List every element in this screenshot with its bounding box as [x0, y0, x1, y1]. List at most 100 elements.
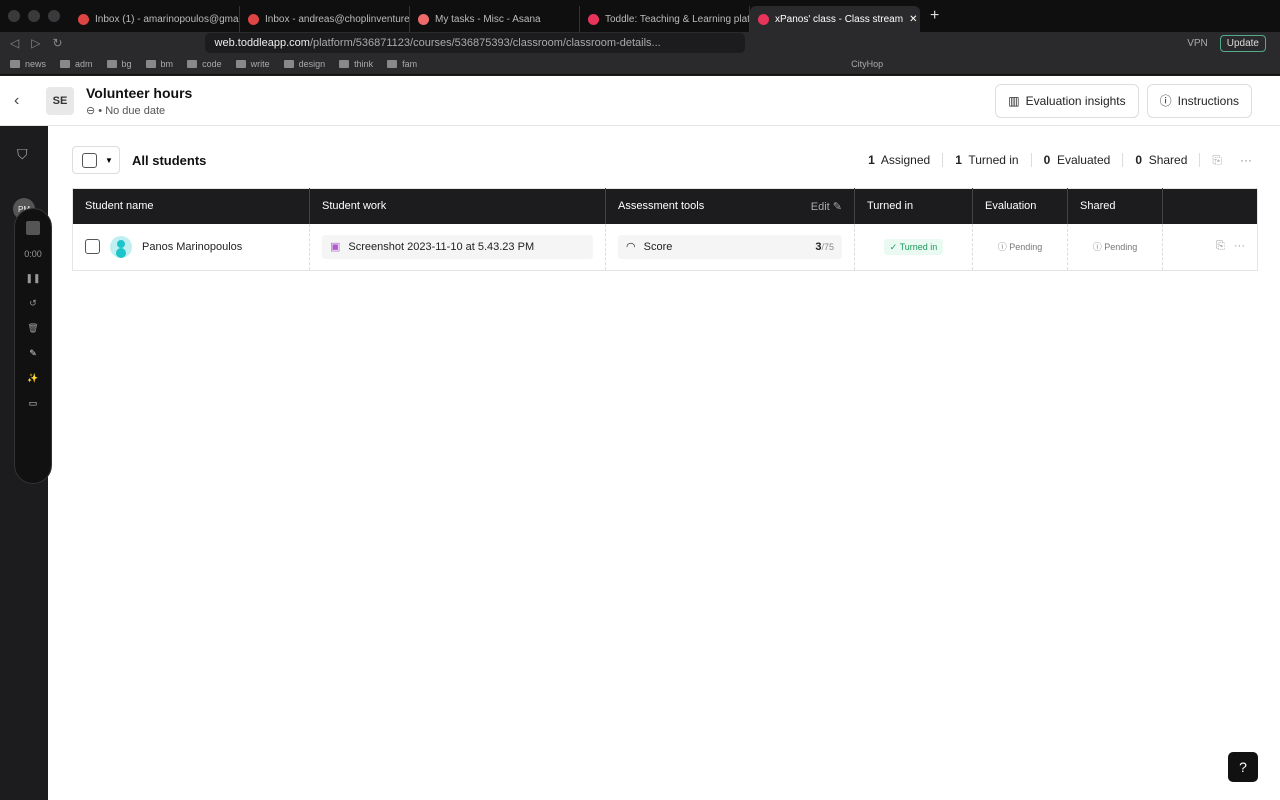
stats: 1 Assigned 1 Turned in 0 Evaluated 0 Sha… [856, 153, 1258, 168]
help-button[interactable]: ? [1228, 752, 1258, 782]
forward-icon[interactable]: ▷ [31, 36, 40, 50]
chart-icon: ▥ [1008, 93, 1020, 108]
main-content: ▼ All students 1 Assigned 1 Turned in 0 … [72, 146, 1258, 271]
recorder-toolbar: 0:00 ❚❚ ↺ 🗑 ✎ ✨ ▭ [14, 208, 52, 484]
col-student-work: Student work [309, 188, 606, 224]
list-title: All students [132, 152, 207, 168]
stat-label: Shared [1148, 153, 1188, 167]
row-checkbox[interactable] [85, 239, 100, 255]
students-table: Student name Student work Assessment too… [72, 188, 1258, 271]
bookmark-folder[interactable]: adm [60, 59, 93, 69]
stat-count: 1 [955, 153, 962, 167]
tab-label: Inbox - andreas@choplinventures.c [265, 13, 410, 25]
col-actions [1162, 188, 1258, 224]
evaluation-status: ⓘ Pending [997, 242, 1043, 253]
reload-icon[interactable]: ↻ [52, 36, 62, 50]
vpn-button[interactable]: VPN [1187, 38, 1208, 49]
info-icon: ⓘ [1159, 94, 1172, 108]
gmail-icon [248, 13, 259, 25]
new-tab-icon[interactable]: + [930, 7, 939, 25]
bookmark-folder[interactable]: write [236, 59, 270, 69]
share-icon[interactable]: ⎘ [1216, 240, 1225, 252]
bookmark-cityhop[interactable]: CityHop [851, 59, 883, 69]
student-name[interactable]: Panos Marinopoulos [142, 241, 242, 253]
table-row[interactable]: Panos Marinopoulos ▣ Screenshot 2023-11-1… [72, 223, 1258, 271]
stat-assigned[interactable]: 1 Assigned [856, 153, 944, 167]
more-icon[interactable]: ··· [1234, 153, 1258, 167]
timer: 0:00 [24, 249, 42, 259]
browser-tabbar: Inbox (1) - amarinopoulos@gmail.co Inbox… [0, 0, 1280, 32]
bookmark-folder[interactable]: fam [387, 59, 417, 69]
more-icon[interactable]: ··· [1234, 240, 1245, 252]
stat-turned-in[interactable]: 1 Turned in [943, 153, 1032, 167]
stat-evaluated[interactable]: 0 Evaluated [1032, 153, 1124, 167]
select-all-checkbox[interactable] [82, 152, 97, 168]
close-tab-icon[interactable]: ✕ [909, 14, 917, 25]
col-shared: Shared [1067, 188, 1163, 224]
bookmark-folder[interactable]: news [10, 59, 46, 69]
chevron-down-icon: ▼ [105, 155, 113, 165]
window-controls[interactable] [8, 10, 70, 22]
filter-icon[interactable]: ⛉ [17, 146, 28, 163]
bookmark-folder[interactable]: code [187, 59, 222, 69]
edit-label: Edit [810, 200, 830, 213]
stat-count: 0 [1043, 153, 1051, 167]
update-button[interactable]: Update [1219, 34, 1266, 52]
stop-icon[interactable] [26, 221, 40, 235]
toddle-icon [588, 13, 599, 25]
evaluation-insights-button[interactable]: ▥ Evaluation insights [995, 83, 1139, 118]
tab[interactable]: My tasks - Misc - Asana [410, 6, 580, 32]
url-path: /platform/536871123/courses/536875393/cl… [309, 37, 661, 49]
trash-icon[interactable]: 🗑 [27, 323, 38, 334]
pen-icon[interactable]: ✎ [29, 348, 37, 359]
no-due-icon: ⊖ • [86, 104, 106, 117]
stat-label: Assigned [880, 153, 931, 167]
bookmark-folder[interactable]: think [339, 59, 373, 69]
bookmark-folder[interactable]: bg [107, 59, 132, 69]
magic-wand-icon[interactable]: ✨ [27, 373, 38, 384]
share-icon[interactable]: ⎘ [1200, 153, 1234, 168]
tab-label: My tasks - Misc - Asana [435, 13, 541, 25]
student-work-file[interactable]: ▣ Screenshot 2023-11-10 at 5.43.23 PM [322, 234, 593, 259]
image-file-icon: ▣ [330, 241, 341, 254]
camera-icon[interactable]: ▭ [29, 398, 38, 409]
student-avatar [110, 235, 132, 258]
instructions-button[interactable]: ⓘ Instructions [1146, 83, 1252, 118]
tab-active[interactable]: xPanos' class - Class stream ✕ [750, 6, 920, 32]
bookmark-folder[interactable]: bm [146, 59, 174, 69]
button-label: Evaluation insights [1025, 93, 1126, 108]
gmail-icon [78, 13, 89, 25]
header-label: Assessment tools [618, 199, 705, 212]
score-max: /75 [821, 241, 834, 252]
tab[interactable]: Toddle: Teaching & Learning platfor [580, 6, 750, 32]
page-title: Volunteer hours [86, 84, 193, 101]
tab-label: xPanos' class - Class stream [775, 13, 904, 25]
page: ‹ SE Volunteer hours ⊖ • No due date ▥ Eva… [0, 76, 1280, 800]
back-icon[interactable]: ◁ [10, 36, 19, 50]
address-bar: ◁ ▷ ↻ web.toddleapp.com/platform/536871123… [0, 32, 1280, 54]
bookmarks-bar: news adm bg bm code write design think f… [0, 54, 1280, 75]
tool-name: Score [643, 240, 673, 253]
col-assessment-tools: Assessment tools Edit ✎ [605, 188, 855, 224]
url-input[interactable]: web.toddleapp.com/platform/536871123/cou… [204, 33, 745, 53]
score-tool[interactable]: ◠ Score 3/75 [618, 234, 842, 259]
stat-label: Evaluated [1056, 153, 1111, 167]
back-arrow-icon[interactable]: ‹ [14, 92, 34, 110]
tab[interactable]: Inbox - andreas@choplinventures.c [240, 6, 410, 32]
file-name: Screenshot 2023-11-10 at 5.43.23 PM [348, 240, 535, 253]
col-turned-in: Turned in [854, 188, 973, 224]
undo-icon[interactable]: ↺ [29, 298, 37, 309]
stat-shared[interactable]: 0 Shared [1123, 153, 1201, 167]
tab[interactable]: Inbox (1) - amarinopoulos@gmail.co [70, 6, 240, 32]
edit-button[interactable]: Edit ✎ [811, 200, 842, 213]
status-label: Pending [1104, 242, 1138, 253]
turned-in-badge: ✓ Turned in [883, 238, 944, 255]
pause-icon[interactable]: ❚❚ [25, 273, 40, 284]
select-all-dropdown[interactable]: ▼ [72, 146, 120, 174]
tab-label: Inbox (1) - amarinopoulos@gmail.co [95, 13, 239, 25]
col-student-name: Student name [72, 188, 310, 224]
stat-label: Turned in [968, 153, 1019, 167]
class-badge: SE [46, 86, 74, 115]
col-evaluation: Evaluation [972, 188, 1068, 224]
bookmark-folder[interactable]: design [284, 59, 326, 69]
